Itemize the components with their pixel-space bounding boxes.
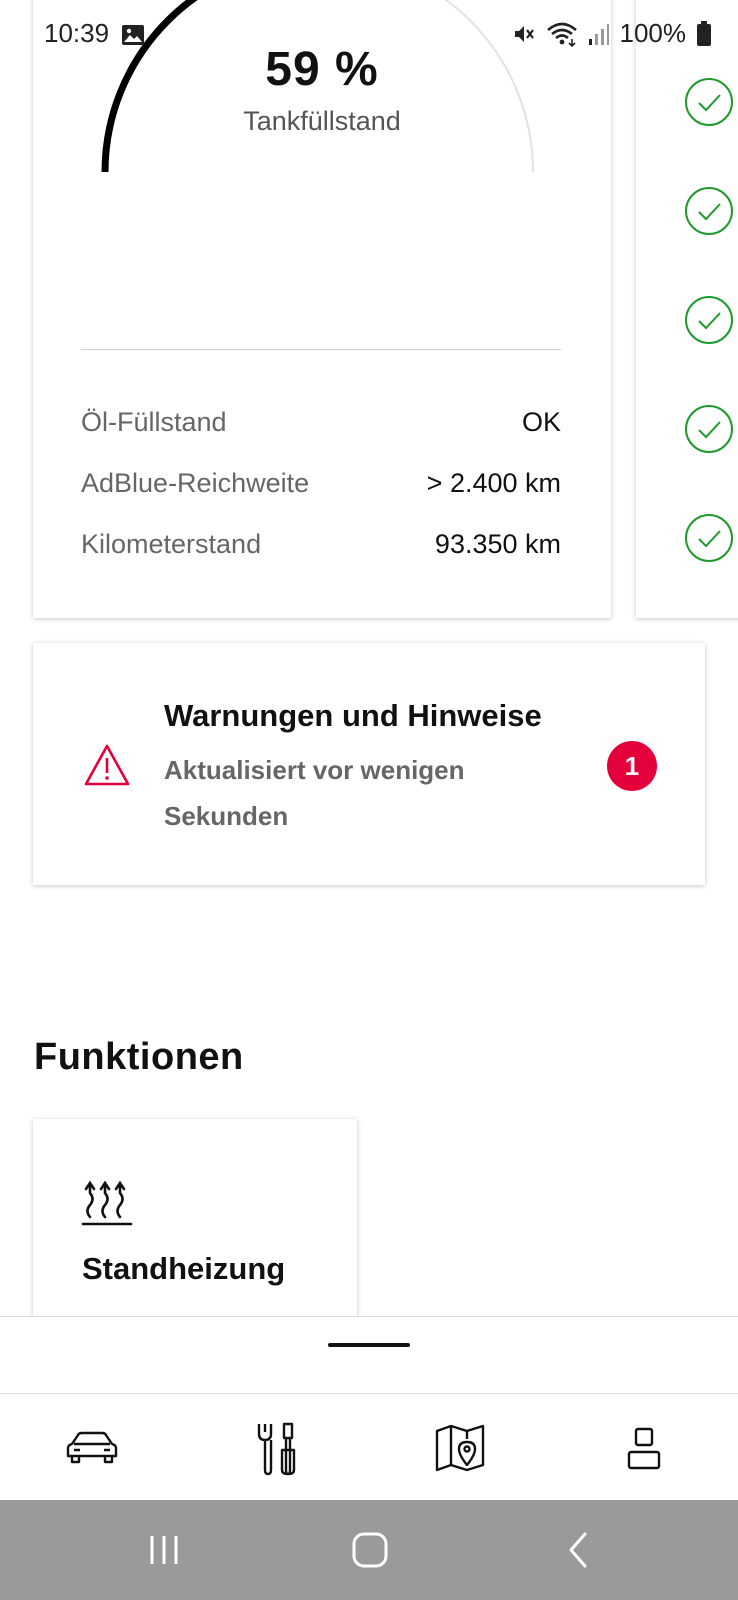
image-icon — [122, 25, 144, 45]
stat-label: Öl-Füllstand — [81, 406, 227, 437]
check-icon — [685, 296, 733, 344]
sheet-drag-handle[interactable] — [328, 1343, 410, 1347]
warning-triangle-icon — [84, 744, 130, 786]
stat-label: Kilometerstand — [81, 528, 262, 559]
stat-value: OK — [521, 406, 561, 437]
fuel-status-card[interactable]: 59 % Tankfüllstand Öl-Füllstand OK AdBlu… — [33, 0, 611, 618]
nav-item-profile[interactable] — [552, 1394, 736, 1501]
warnings-title: Warnungen und Hinweise — [164, 698, 542, 733]
home-icon — [352, 1532, 388, 1568]
nav-item-service[interactable] — [184, 1394, 368, 1501]
warnings-subtitle: Aktualisiert vor wenigen Sekunden — [164, 755, 465, 831]
wifi-icon — [546, 22, 577, 47]
nav-item-map[interactable] — [368, 1394, 552, 1501]
system-navigation-bar — [0, 1500, 738, 1600]
recent-apps-icon — [150, 1536, 178, 1564]
functions-heading: Funktionen — [34, 1036, 244, 1078]
check-icon — [685, 405, 733, 453]
profile-icon — [627, 1427, 661, 1469]
back-icon — [569, 1532, 587, 1568]
fuel-level-label: Tankfüllstand — [243, 106, 401, 136]
stat-row-oil: Öl-Füllstand OK — [81, 402, 561, 442]
card-divider — [81, 349, 561, 350]
recent-apps-button[interactable] — [134, 1525, 194, 1575]
status-bar: 10:39 100% — [0, 0, 738, 72]
vehicle-status-card[interactable] — [636, 0, 738, 618]
stat-row-adblue: AdBlue-Reichweite > 2.400 km — [81, 463, 561, 503]
check-icon — [685, 187, 733, 235]
car-icon — [66, 1431, 118, 1463]
bottom-navigation — [0, 1394, 738, 1501]
stat-value: > 2.400 km — [426, 467, 561, 498]
tools-icon — [257, 1422, 296, 1475]
mute-icon — [514, 25, 534, 42]
back-button[interactable] — [548, 1525, 608, 1575]
check-icon — [685, 78, 733, 126]
battery-percent: 100% — [619, 18, 687, 48]
warnings-count-badge: 1 — [607, 741, 657, 791]
stat-row-mileage: Kilometerstand 93.350 km — [81, 524, 561, 564]
heat-icon — [81, 1180, 133, 1226]
battery-icon — [697, 20, 711, 46]
status-time: 10:39 — [44, 18, 110, 48]
warnings-card[interactable]: Warnungen und Hinweise Aktualisiert vor … — [33, 643, 705, 885]
app-screen: 10:39 100% 59 % Tankfüllstand Öl-Füllsta… — [0, 0, 738, 1600]
stat-label: AdBlue-Reichweite — [81, 467, 310, 498]
check-icon — [685, 514, 733, 562]
status-icons: 100% — [512, 18, 713, 49]
home-button[interactable] — [340, 1525, 400, 1575]
nav-item-vehicle[interactable] — [0, 1394, 184, 1501]
function-card-standheizung[interactable]: Standheizung — [33, 1119, 357, 1319]
bottom-sheet — [0, 1316, 738, 1500]
map-icon — [435, 1424, 485, 1471]
stat-value: 93.350 km — [434, 528, 561, 559]
function-label: Standheizung — [82, 1251, 286, 1286]
signal-icon — [588, 23, 609, 45]
